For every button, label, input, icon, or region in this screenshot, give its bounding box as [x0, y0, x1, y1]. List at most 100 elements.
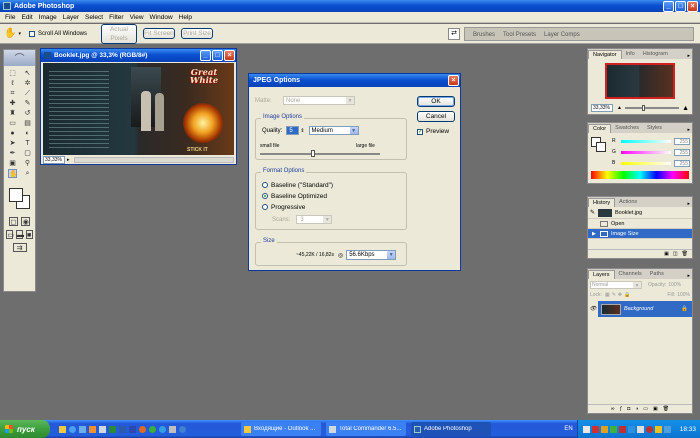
jump-to-imageready-icon[interactable]: ⇉	[12, 243, 27, 252]
language-indicator[interactable]: EN	[564, 426, 572, 432]
quality-preset-dropdown[interactable]: Medium ▼	[308, 126, 359, 135]
magic-wand-tool-icon[interactable]: ✲	[23, 79, 32, 88]
quick-mask-mode-icon[interactable]: ◉	[21, 217, 31, 226]
skype-icon[interactable]	[159, 425, 166, 433]
menu-select[interactable]: Select	[82, 14, 106, 21]
menu-help[interactable]: Help	[176, 14, 195, 21]
dialog-close-button[interactable]: ×	[448, 75, 459, 86]
clock[interactable]: 18:33	[680, 426, 696, 433]
history-brush-tool-icon[interactable]: ↺	[23, 109, 32, 118]
zoom-out-icon[interactable]: ▲	[617, 105, 622, 111]
layers-menu-icon[interactable]: ▸	[687, 273, 692, 279]
fit-screen-button[interactable]: Fit Screen	[142, 28, 175, 39]
tray-flag-icon[interactable]	[600, 425, 608, 433]
ok-button[interactable]: OK	[417, 96, 455, 107]
document-title-bar[interactable]: Booklet.jpg @ 33,3% (RGB/8#) _ □ ×	[41, 49, 236, 62]
channel-r-value[interactable]: 255	[674, 138, 690, 145]
tray-volume-icon[interactable]	[636, 425, 644, 433]
layer-row-background[interactable]: 👁 Background 🔒	[588, 301, 692, 317]
doc-close-button[interactable]: ×	[224, 50, 235, 61]
marquee-tool-icon[interactable]: ⬚	[8, 69, 17, 78]
type-tool-icon[interactable]: T	[23, 139, 32, 148]
tray-download-icon[interactable]	[627, 425, 635, 433]
scroll-all-windows-checkbox[interactable]	[28, 30, 35, 37]
lock-position-icon[interactable]: ✥	[618, 292, 622, 298]
quality-stepper-icon[interactable]: ⇕	[300, 128, 304, 134]
firefox-icon[interactable]	[139, 425, 146, 433]
doc-maximize-button[interactable]: □	[212, 50, 223, 61]
total-commander-icon[interactable]	[99, 425, 106, 433]
history-item-image-size[interactable]: ▶ Image Size	[588, 229, 692, 239]
move-tool-icon[interactable]: ↖	[23, 69, 32, 78]
pen-tool-icon[interactable]: ✒	[8, 149, 17, 158]
new-layer-icon[interactable]: ▣	[653, 406, 658, 412]
desktop-icon[interactable]	[79, 425, 86, 433]
navigator-thumbnail[interactable]	[605, 63, 675, 99]
task-total-commander[interactable]: Total Commander 6.5...	[326, 422, 406, 436]
full-screen-mode-icon[interactable]: ■	[25, 230, 33, 239]
minimize-button[interactable]: _	[663, 0, 674, 12]
excel-icon[interactable]	[109, 425, 116, 433]
document-zoom-field[interactable]: 33,33%	[43, 156, 65, 164]
media-player-icon[interactable]	[89, 425, 96, 433]
tab-navigator[interactable]: Navigator	[588, 50, 622, 59]
layer-style-icon[interactable]: ƒ	[619, 406, 622, 412]
menu-edit[interactable]: Edit	[18, 14, 35, 21]
full-screen-menu-mode-icon[interactable]: ▬	[15, 230, 24, 239]
color-spectrum-bar[interactable]	[591, 171, 689, 179]
tool-preset-dropdown-icon[interactable]: ▾	[18, 31, 21, 37]
path-selection-tool-icon[interactable]: ➤	[8, 139, 17, 148]
dodge-tool-icon[interactable]: ◐	[23, 129, 32, 138]
shape-tool-icon[interactable]: ▢	[23, 149, 32, 158]
document-canvas[interactable]: Great White STICK IT	[43, 63, 234, 155]
format-baseline-standard-radio[interactable]: Baseline ("Standard")	[262, 180, 333, 191]
new-group-icon[interactable]: ▭	[643, 406, 648, 412]
zoom-tool-icon[interactable]: ⌕	[23, 169, 32, 178]
clone-stamp-tool-icon[interactable]: ♜	[8, 109, 17, 118]
tab-info[interactable]: Info	[622, 50, 639, 59]
tab-swatches[interactable]: Swatches	[611, 124, 643, 133]
tray-messenger-icon[interactable]	[609, 425, 617, 433]
eraser-tool-icon[interactable]: ▭	[8, 119, 17, 128]
toolbox-header[interactable]: ⌒	[4, 50, 35, 66]
history-delete-icon[interactable]: 🗑	[682, 251, 688, 257]
tab-history[interactable]: History	[588, 198, 616, 207]
opacity-value[interactable]: 100%	[668, 282, 681, 288]
navigator-menu-icon[interactable]: ▸	[687, 53, 692, 59]
eyedropper-tool-icon[interactable]: ⚲	[23, 159, 32, 168]
menu-file[interactable]: File	[2, 14, 18, 21]
gradient-tool-icon[interactable]: ▤	[23, 119, 32, 128]
photoshop-quick-icon[interactable]	[119, 425, 126, 433]
blur-tool-icon[interactable]: ●	[8, 129, 17, 138]
channel-r-slider[interactable]	[621, 140, 671, 143]
tab-color[interactable]: Color	[588, 124, 612, 133]
lock-image-icon[interactable]: ✎	[612, 292, 616, 298]
tray-update-icon[interactable]	[654, 425, 662, 433]
standard-screen-mode-icon[interactable]: ▭	[6, 230, 14, 239]
task-photoshop[interactable]: Adobe Photoshop	[411, 422, 491, 436]
history-snapshot[interactable]: ✎ Booklet.jpg	[588, 207, 692, 219]
messenger-icon[interactable]	[149, 425, 156, 433]
ie-icon[interactable]	[69, 425, 76, 433]
close-button[interactable]: ×	[687, 0, 698, 12]
horizontal-scrollbar[interactable]	[73, 157, 234, 163]
dialog-title-bar[interactable]: JPEG Options ×	[249, 74, 460, 87]
link-layers-icon[interactable]: ∞	[611, 406, 615, 412]
menu-layer[interactable]: Layer	[60, 14, 82, 21]
maximize-button[interactable]: □	[675, 0, 686, 12]
tray-shield-icon[interactable]	[663, 425, 671, 433]
menu-image[interactable]: Image	[36, 14, 60, 21]
zoom-in-icon[interactable]: ▲	[682, 105, 689, 112]
tab-paths[interactable]: Paths	[646, 270, 668, 279]
tray-network-icon[interactable]	[582, 425, 590, 433]
connection-speed-dropdown[interactable]: 56.6Kbps ▼	[346, 250, 397, 260]
format-baseline-optimized-radio[interactable]: Baseline Optimized	[262, 191, 333, 202]
task-outlook[interactable]: Входящие - Outlook ...	[241, 422, 321, 436]
navigator-zoom-slider[interactable]	[624, 105, 680, 111]
doc-minimize-button[interactable]: _	[200, 50, 211, 61]
new-snapshot-icon[interactable]: ◫	[673, 251, 678, 257]
channel-b-slider[interactable]	[621, 162, 671, 165]
standard-mode-icon[interactable]: ◻	[8, 217, 18, 226]
print-size-button[interactable]: Print Size	[180, 28, 213, 39]
tab-histogram[interactable]: Histogram	[639, 50, 672, 59]
